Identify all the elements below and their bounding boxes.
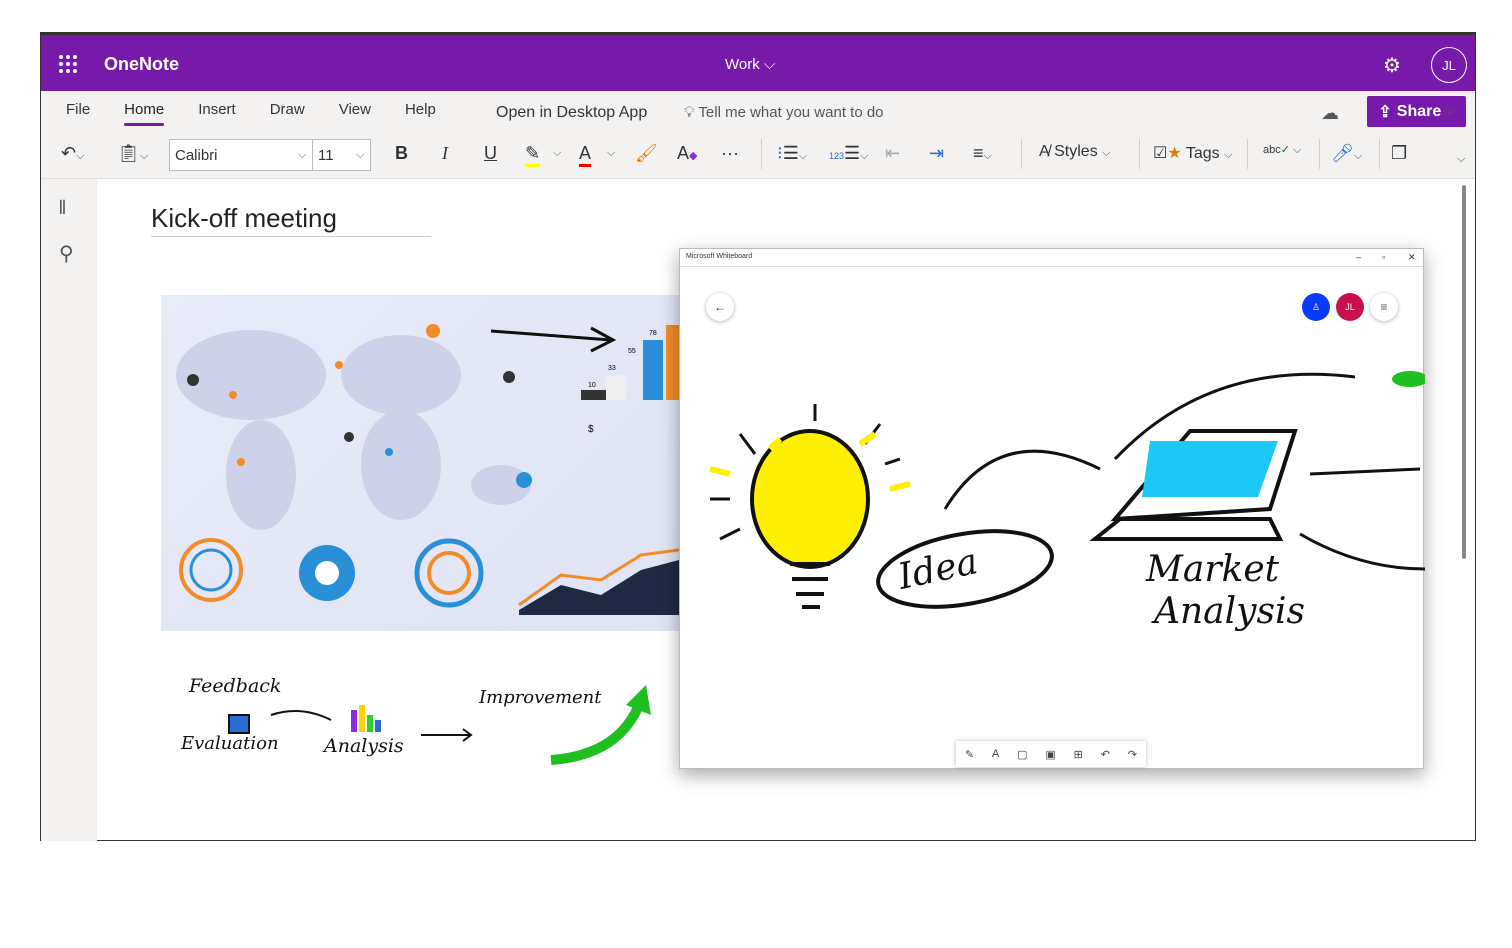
- bullets-icon[interactable]: ⁝☰⌵: [777, 143, 807, 164]
- top-bar: OneNote Work ⌵ ⚙ JL: [41, 35, 1475, 91]
- notebook-selector[interactable]: Work ⌵: [725, 56, 775, 73]
- tab-help[interactable]: Help: [405, 101, 436, 118]
- styles-icon: A̸: [1039, 143, 1050, 160]
- vertical-scrollbar[interactable]: [1462, 185, 1466, 559]
- share-label: Share: [1396, 102, 1442, 120]
- tags-button[interactable]: ☑★ Tags ⌵: [1153, 143, 1232, 163]
- gear-icon[interactable]: ⚙: [1383, 53, 1401, 78]
- chevron-down-icon: ⌵: [763, 56, 776, 73]
- increase-indent-icon[interactable]: ⇥: [929, 143, 944, 164]
- whiteboard-window-title: Microsoft Whiteboard: [686, 253, 753, 260]
- dictate-microphone-icon[interactable]: 🎤︎⌵: [1331, 143, 1362, 164]
- tab-view[interactable]: View: [339, 101, 371, 118]
- sketch-improvement: Improvement: [479, 687, 602, 708]
- text-icon[interactable]: A: [992, 748, 999, 760]
- styles-label: Styles: [1054, 143, 1098, 160]
- font-picker[interactable]: Calibri ⌵ 11 ⌵: [169, 139, 371, 171]
- onenote-app: OneNote Work ⌵ ⚙ JL File Home Insert Dra…: [40, 32, 1476, 841]
- italic-button[interactable]: I: [442, 143, 448, 164]
- pen-icon[interactable]: ✎: [965, 748, 974, 761]
- left-rail: 𝍪 ⚲: [41, 179, 97, 841]
- sketch-feedback: Feedback: [189, 675, 282, 697]
- world-map-collage: 10 33 55 78 $: [176, 324, 680, 615]
- bar-label: 55: [628, 348, 636, 355]
- underline-button[interactable]: U: [484, 143, 497, 164]
- user-icon[interactable]: ♙: [1302, 293, 1330, 321]
- chevron-down-icon[interactable]: ⌵: [356, 149, 364, 162]
- tell-me-search[interactable]: 💡︎ Tell me what you want to do: [684, 104, 884, 121]
- whiteboard-titlebar: Microsoft Whiteboard: [680, 249, 1423, 267]
- tab-insert[interactable]: Insert: [198, 101, 236, 118]
- highlight-icon[interactable]: ✎: [525, 143, 541, 167]
- note-icon[interactable]: ▢: [1017, 748, 1027, 761]
- whiteboard-canvas[interactable]: [680, 339, 1425, 659]
- clipboard-icon[interactable]: 📋︎⌵: [117, 143, 148, 164]
- more-options-button[interactable]: ···: [721, 143, 739, 164]
- sticky-note-icon[interactable]: ❐: [1391, 143, 1407, 164]
- analysis-label: Analysis: [1154, 591, 1305, 632]
- bar-label: 33: [608, 365, 616, 372]
- back-arrow-button[interactable]: ←: [706, 293, 734, 321]
- font-name-input[interactable]: Calibri: [175, 147, 218, 164]
- bold-button[interactable]: B: [395, 143, 408, 164]
- maximize-button[interactable]: ▫: [1382, 252, 1385, 262]
- notebook-name: Work: [725, 56, 760, 73]
- home-toolbar: ↶⌵ 📋︎⌵ Calibri ⌵ 11 ⌵ B I U ✎ ⌵ A ⌵ 🖌︎ A◆ …: [41, 135, 1475, 175]
- tags-label: Tags: [1185, 145, 1220, 162]
- undo-icon[interactable]: ↶⌵: [61, 143, 84, 164]
- collaborator-avatar[interactable]: JL: [1336, 293, 1364, 321]
- ribbon: File Home Insert Draw View Help Open in …: [41, 91, 1475, 179]
- format-painter-icon[interactable]: 🖌︎: [635, 143, 658, 164]
- app-name[interactable]: OneNote: [104, 54, 179, 75]
- align-icon[interactable]: ≡⌵: [973, 143, 992, 164]
- sketch-arrows: [228, 685, 651, 765]
- clear-formatting-icon[interactable]: A◆: [677, 143, 697, 164]
- whiteboard-window: Microsoft Whiteboard – ▫ ✕ ← ♙ JL ≡ Idea…: [679, 248, 1425, 769]
- numbering-icon[interactable]: 123☰⌵: [829, 143, 869, 164]
- bar-label: 78: [649, 330, 657, 337]
- tell-me-text: Tell me what you want to do: [698, 104, 884, 121]
- notebooks-icon[interactable]: 𝍪: [59, 193, 66, 227]
- chevron-down-icon[interactable]: ⌵: [298, 149, 306, 162]
- insert-icon[interactable]: ⊞: [1074, 748, 1083, 761]
- image-icon[interactable]: ▣: [1045, 748, 1055, 761]
- tab-home[interactable]: Home: [124, 101, 165, 126]
- avatar[interactable]: JL: [1431, 47, 1467, 83]
- minimize-button[interactable]: –: [1356, 252, 1361, 262]
- styles-button[interactable]: A̸ Styles ⌵: [1039, 143, 1111, 161]
- app-launcher-icon[interactable]: [59, 55, 77, 73]
- bar-label: 10: [588, 382, 596, 389]
- undo-icon[interactable]: ↶: [1101, 748, 1110, 761]
- expand-ribbon-chevron-icon[interactable]: ⌵: [1457, 153, 1465, 166]
- currency-label: $: [588, 424, 594, 435]
- decrease-indent-icon[interactable]: ⇤: [885, 143, 900, 164]
- font-color-icon[interactable]: A: [579, 143, 592, 167]
- ribbon-tabs: File Home Insert Draw View Help: [66, 101, 470, 126]
- open-in-desktop-app-button[interactable]: Open in Desktop App: [496, 104, 647, 122]
- tag-star-icon: ☑★: [1153, 145, 1182, 162]
- search-icon[interactable]: ⚲: [59, 241, 74, 266]
- share-button[interactable]: ⇪ Share ⌵: [1367, 96, 1466, 127]
- infographic-image: 10 33 55 78 $: [161, 295, 680, 631]
- font-size-input[interactable]: 11: [318, 147, 334, 164]
- menu-icon[interactable]: ≡: [1370, 293, 1398, 321]
- market-label: Market: [1146, 549, 1280, 590]
- redo-icon[interactable]: ↷: [1128, 748, 1137, 761]
- tab-draw[interactable]: Draw: [270, 101, 305, 118]
- spelling-label: abc: [1263, 144, 1281, 156]
- sketch-analysis: Analysis: [324, 735, 404, 757]
- tab-file[interactable]: File: [66, 101, 90, 118]
- lightbulb-icon: 💡︎: [684, 104, 695, 121]
- sketch-evaluation: Evaluation: [181, 733, 279, 754]
- share-icon: ⇪: [1378, 103, 1392, 121]
- spelling-button[interactable]: abc✓ ⌵: [1263, 143, 1301, 157]
- chevron-down-icon: ⌵: [1446, 105, 1455, 117]
- close-button[interactable]: ✕: [1408, 252, 1416, 263]
- sync-status-cloud-icon[interactable]: ☁: [1321, 103, 1339, 124]
- whiteboard-toolbar: ✎ A ▢ ▣ ⊞ ↶ ↷: [956, 741, 1146, 767]
- page-title[interactable]: Kick-off meeting: [151, 203, 431, 237]
